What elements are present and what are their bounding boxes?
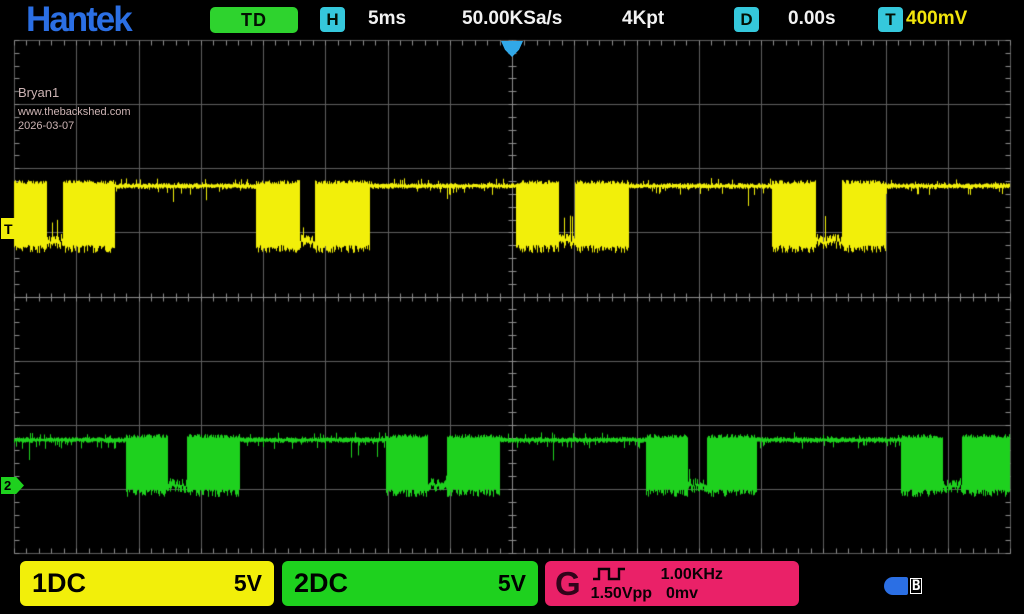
generator-label: G <box>555 567 581 600</box>
horizontal-menu-badge[interactable]: H <box>320 7 345 32</box>
sample-rate-readout: 50.00KSa/s <box>462 8 562 30</box>
ch1-volts-per-div: 5V <box>234 570 262 597</box>
hantek-logo: Hantek <box>26 0 131 40</box>
acquisition-status-badge[interactable]: TD <box>210 7 298 33</box>
record-length-readout: 4Kpt <box>622 8 664 30</box>
generator-readouts: 1.00KHz 1.50Vpp 0mv <box>591 565 789 603</box>
annotation-line-3: 2026-03-07 <box>18 121 131 132</box>
waveform-display <box>0 0 1024 614</box>
user-annotation: Bryan1 www.thebackshed.com 2026-03-07 <box>18 86 131 135</box>
ch2-badge[interactable]: 2DC 5V <box>282 561 538 606</box>
delay-menu-badge[interactable]: D <box>734 7 759 32</box>
usb-label: B <box>910 578 922 594</box>
ch1-label: 1DC <box>32 568 86 599</box>
generator-offset: 0mv <box>666 584 698 603</box>
horizontal-offset-readout: 0.00s <box>788 8 836 30</box>
generator-frequency: 1.00KHz <box>661 565 723 584</box>
usb-device-indicator: B <box>884 577 922 595</box>
ch2-label: 2DC <box>294 568 348 599</box>
trigger-level-readout: 400mV <box>906 8 967 30</box>
timebase-readout: 5ms <box>368 8 406 30</box>
ch2-volts-per-div: 5V <box>498 570 526 597</box>
usb-icon <box>884 577 908 595</box>
generator-amplitude: 1.50Vpp <box>591 584 652 603</box>
trigger-menu-badge[interactable]: T <box>878 7 903 32</box>
annotation-line-1: Bryan1 <box>18 86 131 99</box>
generator-badge[interactable]: G 1.00KHz 1.50Vpp 0mv <box>545 561 799 606</box>
ch1-badge[interactable]: 1DC 5V <box>20 561 274 606</box>
oscilloscope-screen: Hantek TD H 5ms 50.00KSa/s 4Kpt D 0.00s … <box>0 0 1024 614</box>
annotation-line-2: www.thebackshed.com <box>18 107 131 118</box>
square-wave-icon <box>591 566 627 582</box>
